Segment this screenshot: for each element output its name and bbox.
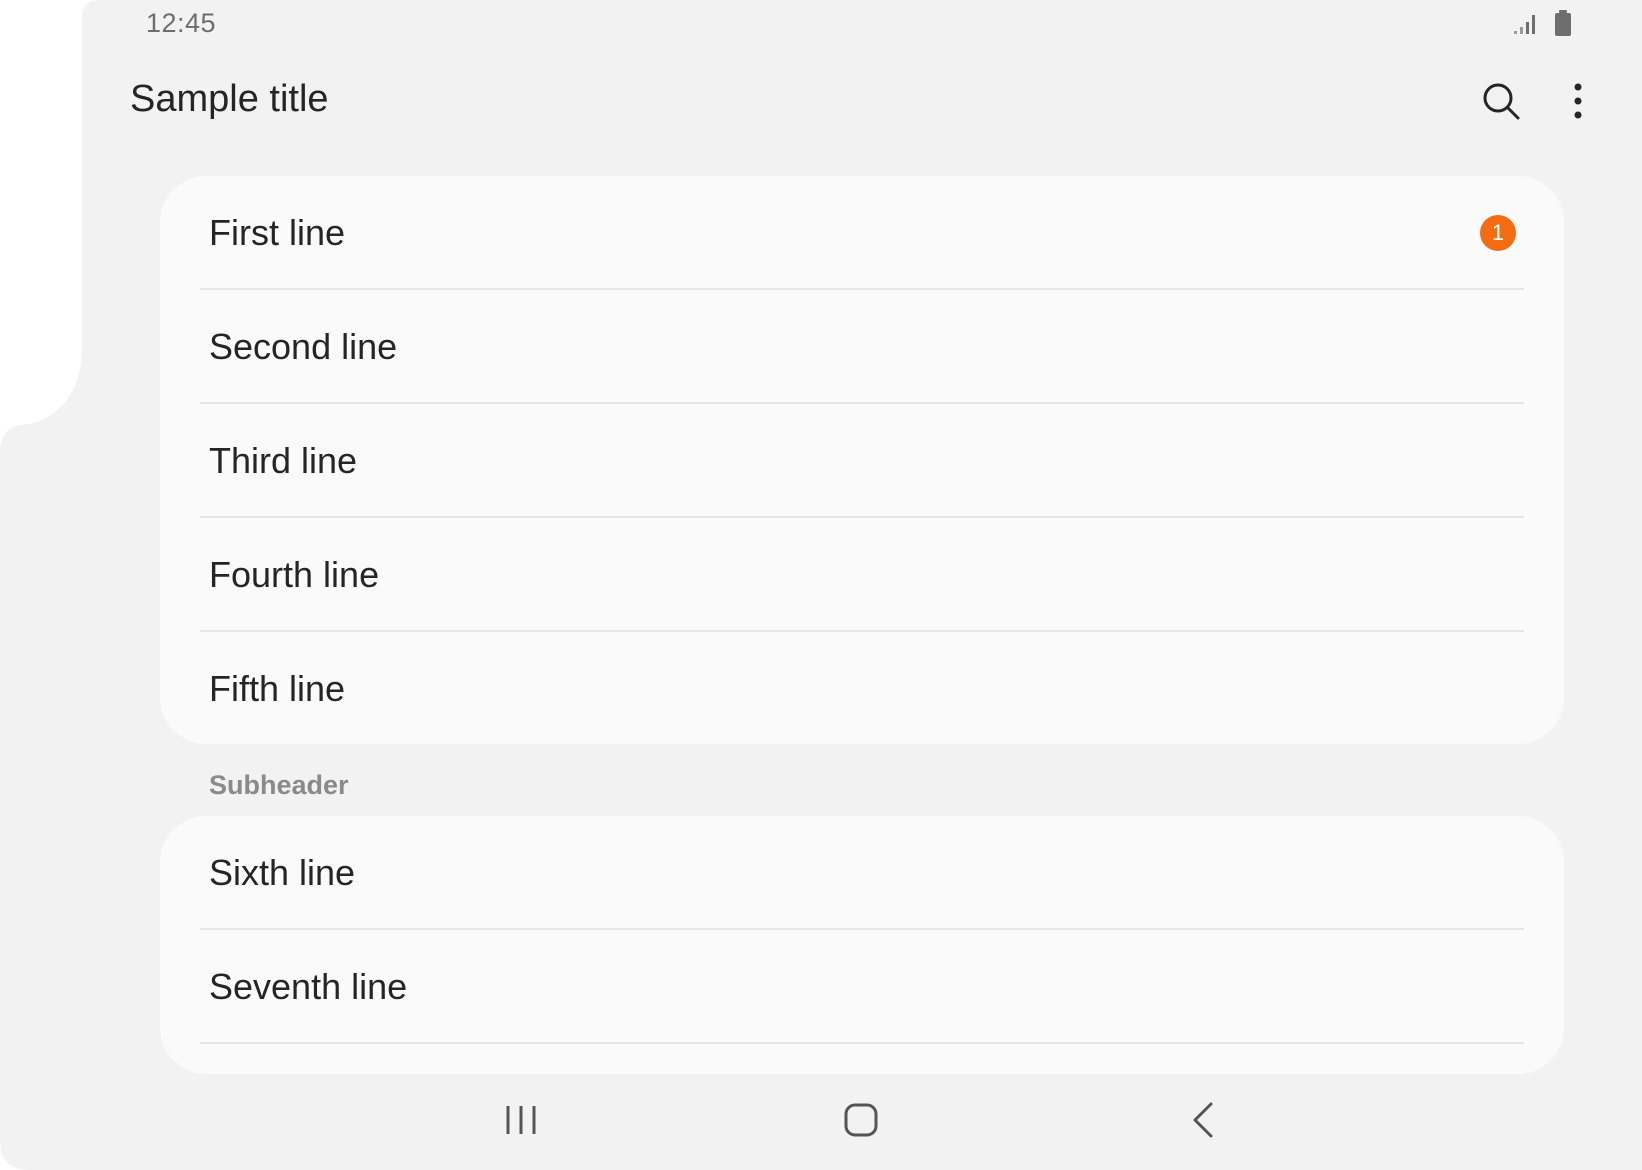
list-item-label: Second line (209, 326, 398, 367)
more-vert-icon (1573, 83, 1583, 124)
list-item-seventh[interactable]: Seventh line (160, 930, 1564, 1044)
list-item-fifth[interactable]: Fifth line (160, 632, 1564, 744)
list-card-2: Sixth line Seventh line (160, 816, 1564, 1074)
subheader: Subheader (209, 770, 349, 800)
list-item-third[interactable]: Third line (160, 404, 1564, 518)
home-icon (843, 1102, 879, 1143)
status-icons (1514, 10, 1572, 41)
battery-icon (1554, 10, 1572, 41)
recents-icon (504, 1104, 538, 1141)
list-card-1: First line 1 Second line Third line Four… (160, 176, 1564, 744)
recents-button[interactable] (486, 1090, 556, 1154)
list-item-label: Fifth line (209, 668, 346, 709)
navigation-bar (0, 1090, 1642, 1154)
device-screen: 12:45 Sample title First line 1 Second l… (0, 0, 1642, 1170)
back-icon (1191, 1102, 1215, 1143)
list-item-fourth[interactable]: Fourth line (160, 518, 1564, 632)
signal-icon (1514, 11, 1540, 40)
search-icon (1481, 81, 1521, 126)
list-item-label: Sixth line (209, 852, 356, 893)
status-time: 12:45 (146, 8, 217, 38)
list-item-label: Seventh line (209, 966, 408, 1007)
back-button[interactable] (1168, 1090, 1238, 1154)
more-options-button[interactable] (1556, 78, 1600, 128)
notification-badge: 1 (1480, 215, 1516, 251)
list-item-first[interactable]: First line 1 (160, 176, 1564, 290)
list-item-second[interactable]: Second line (160, 290, 1564, 404)
page-title: Sample title (130, 78, 329, 120)
home-button[interactable] (826, 1090, 896, 1154)
list-item-sixth[interactable]: Sixth line (160, 816, 1564, 930)
list-item-label: First line (209, 212, 346, 253)
list-item-label: Third line (209, 440, 358, 481)
list-item-label: Fourth line (209, 554, 380, 595)
search-button[interactable] (1476, 78, 1526, 128)
